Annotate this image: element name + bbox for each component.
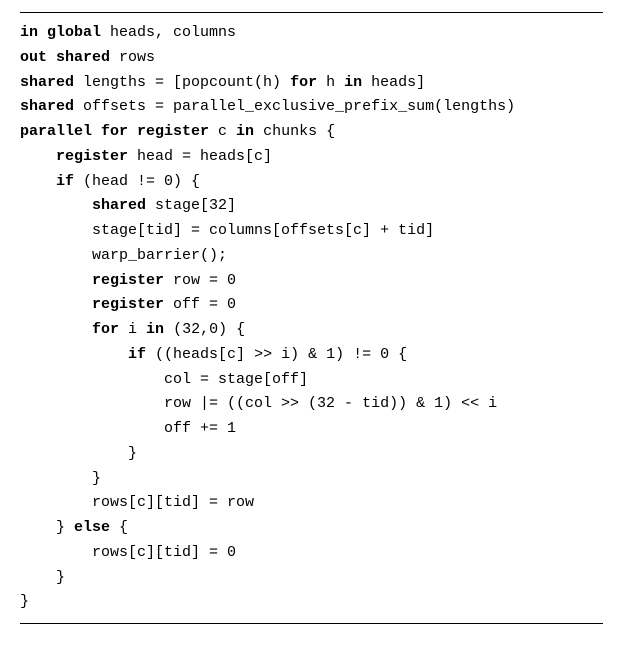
keyword: parallel for register <box>20 123 209 140</box>
code-line: warp_barrier(); <box>20 244 603 269</box>
keyword: out shared <box>20 49 110 66</box>
code-text: (32,0) { <box>164 321 245 338</box>
code-line: off += 1 <box>20 417 603 442</box>
code-line: } <box>20 566 603 591</box>
keyword: in global <box>20 24 101 41</box>
code-text: row = 0 <box>164 272 236 289</box>
code-text: warp_barrier(); <box>92 247 227 264</box>
code-text: c <box>209 123 236 140</box>
code-text: row |= ((col >> (32 - tid)) & 1) << i <box>164 395 497 412</box>
code-line: col = stage[off] <box>20 368 603 393</box>
code-listing: in global heads, columnsout shared rowss… <box>20 12 603 624</box>
keyword: in <box>146 321 164 338</box>
code-text: rows <box>110 49 155 66</box>
code-line: register row = 0 <box>20 269 603 294</box>
code-text: } <box>128 445 137 462</box>
code-text: heads] <box>362 74 425 91</box>
code-text: off = 0 <box>164 296 236 313</box>
code-line: row |= ((col >> (32 - tid)) & 1) << i <box>20 392 603 417</box>
code-text: } <box>56 569 65 586</box>
code-line: } else { <box>20 516 603 541</box>
keyword: if <box>128 346 146 363</box>
code-line: shared stage[32] <box>20 194 603 219</box>
code-text: h <box>317 74 344 91</box>
code-line: for i in (32,0) { <box>20 318 603 343</box>
code-line: } <box>20 590 603 615</box>
keyword: register <box>92 272 164 289</box>
code-text: stage[32] <box>146 197 236 214</box>
code-line: if ((heads[c] >> i) & 1) != 0 { <box>20 343 603 368</box>
code-text: stage[tid] = columns[offsets[c] + tid] <box>92 222 434 239</box>
keyword: shared <box>92 197 146 214</box>
code-text: rows[c][tid] = 0 <box>92 544 236 561</box>
code-text: i <box>119 321 146 338</box>
code-line: parallel for register c in chunks { <box>20 120 603 145</box>
code-line: } <box>20 467 603 492</box>
keyword: for <box>290 74 317 91</box>
code-line: register head = heads[c] <box>20 145 603 170</box>
code-text: } <box>20 593 29 610</box>
code-line: rows[c][tid] = row <box>20 491 603 516</box>
code-text: col = stage[off] <box>164 371 308 388</box>
code-line: shared lengths = [popcount(h) for h in h… <box>20 71 603 96</box>
keyword: else <box>74 519 110 536</box>
code-text: ((heads[c] >> i) & 1) != 0 { <box>146 346 407 363</box>
code-line: rows[c][tid] = 0 <box>20 541 603 566</box>
code-line: shared offsets = parallel_exclusive_pref… <box>20 95 603 120</box>
code-text: (head != 0) { <box>74 173 200 190</box>
code-line: in global heads, columns <box>20 21 603 46</box>
code-line: stage[tid] = columns[offsets[c] + tid] <box>20 219 603 244</box>
keyword: register <box>92 296 164 313</box>
keyword: shared <box>20 98 74 115</box>
code-text: lengths = [popcount(h) <box>74 74 290 91</box>
keyword: in <box>344 74 362 91</box>
code-line: register off = 0 <box>20 293 603 318</box>
keyword: in <box>236 123 254 140</box>
code-text: { <box>110 519 128 536</box>
code-line: } <box>20 442 603 467</box>
keyword: for <box>92 321 119 338</box>
code-text: rows[c][tid] = row <box>92 494 254 511</box>
code-text: heads, columns <box>101 24 236 41</box>
keyword: register <box>56 148 128 165</box>
code-line: out shared rows <box>20 46 603 71</box>
code-text: off += 1 <box>164 420 236 437</box>
code-text: } <box>56 519 74 536</box>
code-text: head = heads[c] <box>128 148 272 165</box>
code-text: } <box>92 470 101 487</box>
keyword: if <box>56 173 74 190</box>
code-line: if (head != 0) { <box>20 170 603 195</box>
keyword: shared <box>20 74 74 91</box>
code-text: offsets = parallel_exclusive_prefix_sum(… <box>74 98 515 115</box>
code-text: chunks { <box>254 123 335 140</box>
